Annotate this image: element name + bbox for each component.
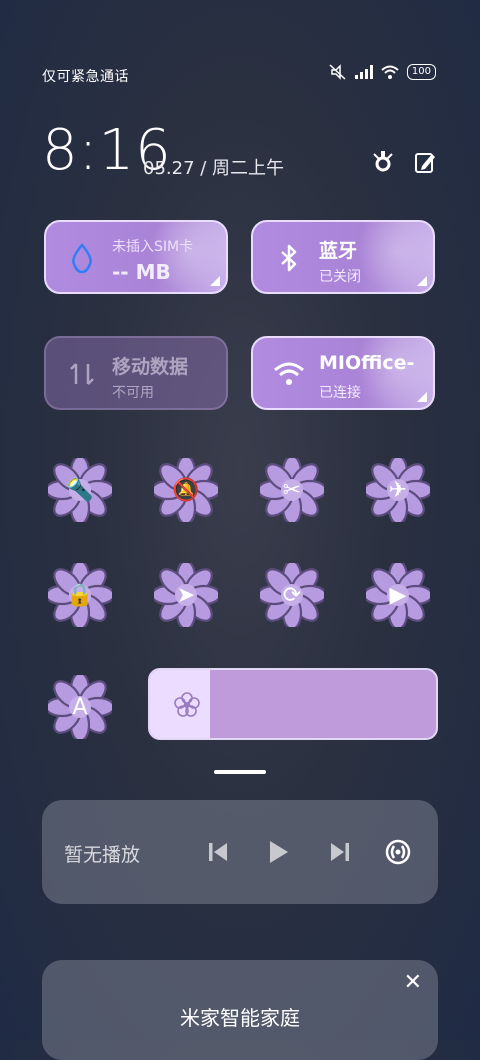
signal-icon [354, 65, 373, 79]
lock-screen-toggle[interactable]: 🔒 [44, 559, 116, 631]
expand-corner-icon [417, 392, 427, 402]
settings-icon[interactable] [372, 150, 394, 176]
smart-home-title: 米家智能家庭 [180, 1006, 300, 1030]
wifi-icon [381, 65, 399, 79]
previous-icon[interactable] [204, 838, 232, 866]
bluetooth-tile[interactable]: 蓝牙 已关闭 [251, 220, 435, 294]
tile-title: 蓝牙 [319, 240, 358, 262]
flashlight-toggle[interactable]: 🔦 [44, 454, 116, 526]
video-camera-icon: ▶ [389, 582, 407, 608]
location-arrow-icon: ➤ [176, 582, 196, 608]
lock-icon: 🔒 [66, 582, 94, 608]
rotation-lock-toggle[interactable]: ⟳ [256, 559, 328, 631]
tile-title: MIOffice- [319, 352, 415, 374]
tile-subtitle: 不可用 [112, 385, 154, 401]
tile-title: 未插入SIM卡 [112, 239, 194, 255]
play-icon[interactable] [264, 838, 292, 866]
wifi-tile[interactable]: MIOffice- 已连接 [251, 336, 435, 410]
bluetooth-icon [281, 244, 297, 272]
data-usage-tile[interactable]: 未插入SIM卡 -- MB [44, 220, 228, 294]
data-arrows-icon [70, 363, 94, 385]
auto-brightness-toggle[interactable]: A [44, 671, 116, 743]
clock-date[interactable]: 05.27 / 周二上午 [143, 154, 284, 180]
airplane-icon: ✈ [388, 477, 408, 503]
wifi-icon [274, 362, 304, 385]
mobile-data-tile[interactable]: 移动数据 不可用 [44, 336, 228, 410]
media-player-card[interactable]: 暂无播放 [42, 800, 438, 904]
silent-mode-toggle[interactable]: 🔕 [150, 454, 222, 526]
status-icons: 100 [329, 64, 436, 80]
droplet-icon [72, 243, 92, 274]
flower-sun-icon [174, 692, 200, 717]
brightness-slider[interactable] [148, 668, 438, 740]
cast-icon[interactable] [384, 838, 412, 866]
smart-home-card[interactable]: ✕ 米家智能家庭 [42, 960, 438, 1060]
rotation-lock-icon: ⟳ [282, 582, 302, 608]
expand-corner-icon [210, 276, 220, 286]
emergency-calls-only-text: 仅可紧急通话 [42, 69, 129, 85]
bell-off-icon: 🔕 [172, 477, 200, 503]
screen-record-toggle[interactable]: ▶ [362, 559, 434, 631]
clock-tools [372, 150, 436, 176]
airplane-mode-toggle[interactable]: ✈ [362, 454, 434, 526]
screenshot-toggle[interactable]: ✂ [256, 454, 328, 526]
drag-handle[interactable] [214, 770, 266, 774]
tile-subtitle: 已关闭 [319, 269, 361, 285]
next-icon[interactable] [326, 838, 354, 866]
battery-icon: 100 [406, 64, 436, 80]
edit-icon[interactable] [414, 150, 436, 174]
tile-subtitle: -- MB [112, 260, 171, 284]
screenshot-icon: ✂ [282, 477, 302, 503]
expand-corner-icon [417, 276, 427, 286]
tile-subtitle: 已连接 [319, 385, 361, 401]
close-icon[interactable]: ✕ [404, 970, 422, 995]
tile-title: 移动数据 [112, 356, 189, 378]
location-toggle[interactable]: ➤ [150, 559, 222, 631]
mute-icon [329, 64, 346, 80]
flashlight-icon: 🔦 [66, 477, 94, 503]
no-media-playing-text: 暂无播放 [64, 844, 141, 866]
font-a-icon: A [72, 694, 88, 720]
